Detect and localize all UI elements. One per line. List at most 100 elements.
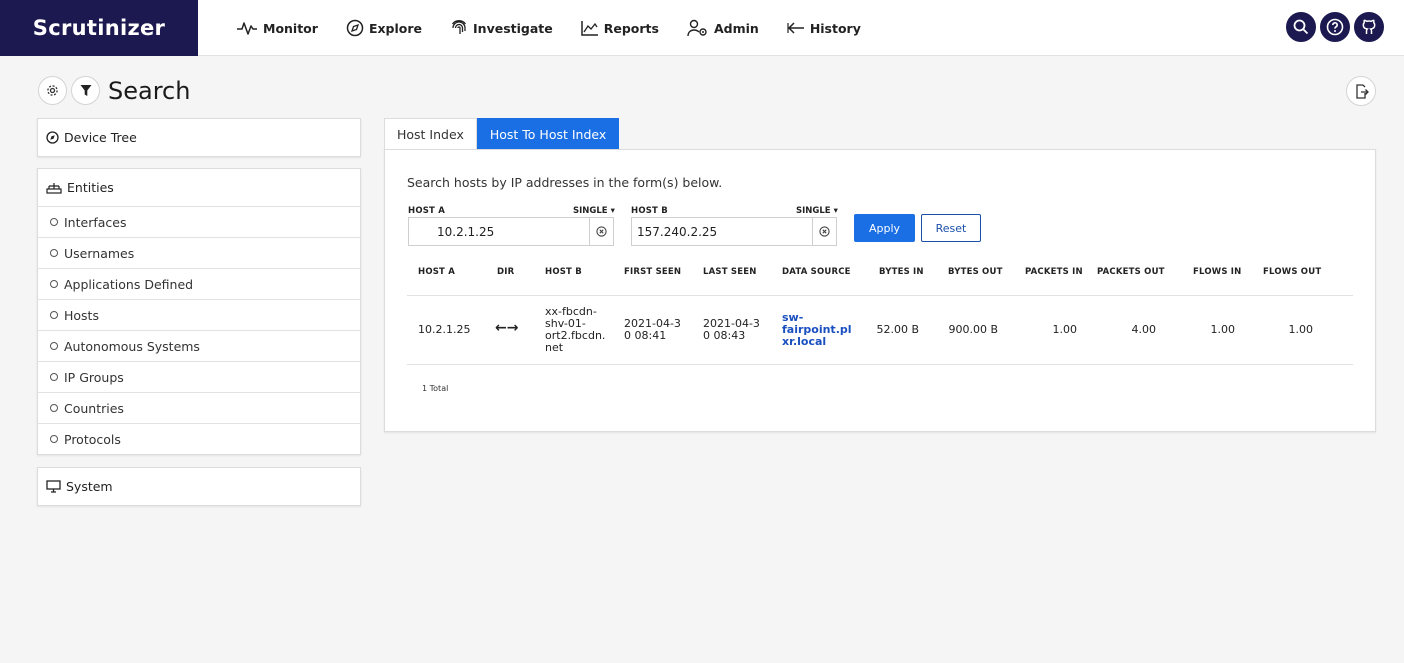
col-first-seen[interactable]: FIRST SEEN xyxy=(624,267,681,277)
nav-admin[interactable]: Admin xyxy=(687,19,759,37)
filter-icon xyxy=(80,85,91,96)
github-icon xyxy=(1362,19,1376,34)
host-b-input[interactable]: 157.240.2.25 xyxy=(632,225,812,239)
tab-host-index[interactable]: Host Index xyxy=(384,118,477,149)
filter-button[interactable] xyxy=(71,76,100,105)
cell-data-source-line: xr.local xyxy=(782,335,827,348)
host-b-field[interactable]: 157.240.2.25 xyxy=(631,217,837,246)
settings-button[interactable] xyxy=(38,76,67,105)
col-bytes-in[interactable]: BYTES IN xyxy=(879,267,924,277)
caret-down-icon: ▾ xyxy=(830,206,838,216)
nav-reports[interactable]: Reports xyxy=(581,20,659,36)
sidebar-item-label: Countries xyxy=(64,400,124,416)
circle-icon xyxy=(50,218,58,226)
nav-explore[interactable]: Explore xyxy=(346,19,422,37)
nav-investigate[interactable]: Investigate xyxy=(450,19,553,37)
github-button[interactable] xyxy=(1354,12,1384,42)
col-dir[interactable]: DIR xyxy=(497,267,514,277)
fingerprint-icon xyxy=(452,20,467,34)
help-button[interactable] xyxy=(1320,12,1350,42)
table-divider xyxy=(407,364,1353,365)
brand-logo[interactable]: Scrutinizer xyxy=(0,0,198,56)
sidebar-item-autonomous-systems[interactable]: Autonomous Systems xyxy=(38,330,360,361)
col-packets-out[interactable]: PACKETS OUT xyxy=(1097,267,1165,277)
cell-data-source-link[interactable]: sw- fairpoint.pl xr.local xyxy=(782,312,852,348)
host-a-label: HOST A xyxy=(408,206,445,216)
total-count: 1 Total xyxy=(422,384,449,393)
entities-label: Entities xyxy=(67,180,114,195)
system-header[interactable]: System xyxy=(38,468,360,505)
host-b-label: HOST B xyxy=(631,206,668,216)
col-bytes-out[interactable]: BYTES OUT xyxy=(948,267,1003,277)
circle-icon xyxy=(50,342,58,350)
cell-first-seen-line: 0 08:41 xyxy=(624,329,667,342)
col-data-source[interactable]: DATA SOURCE xyxy=(782,267,851,277)
reset-button[interactable]: Reset xyxy=(921,214,981,242)
entities-panel: Entities Interfaces Usernames Applicatio… xyxy=(37,168,361,455)
nav-monitor[interactable]: Monitor xyxy=(236,20,318,36)
search-instructions: Search hosts by IP addresses in the form… xyxy=(407,175,723,190)
users-gear-icon xyxy=(687,19,707,37)
cell-flows-out: 1.00 xyxy=(1288,323,1314,336)
host-a-mode-label: SINGLE xyxy=(573,206,608,216)
nav-history[interactable]: History xyxy=(787,21,861,36)
nav-reports-label: Reports xyxy=(603,20,659,36)
tab-host-to-host-index[interactable]: Host To Host Index xyxy=(476,118,620,155)
entities-header[interactable]: Entities xyxy=(38,169,360,206)
cell-host-b: xx-fbcdn- shv-01- ort2.fbcdn. net xyxy=(545,306,605,354)
arrow-left-icon xyxy=(787,22,804,34)
system-panel: System xyxy=(37,467,361,506)
search-button[interactable] xyxy=(1286,12,1316,42)
host-a-input[interactable]: 10.2.1.25 xyxy=(409,225,589,239)
apply-button[interactable]: Apply xyxy=(854,214,915,242)
host-b-clear-button[interactable] xyxy=(812,218,836,245)
nav-admin-label: Admin xyxy=(713,20,759,36)
export-icon xyxy=(1355,83,1369,99)
clear-icon xyxy=(596,226,607,237)
sidebar-item-label: Interfaces xyxy=(64,214,127,230)
sidebar-item-label: Protocols xyxy=(64,431,121,447)
nav-history-label: History xyxy=(809,20,861,36)
cell-bytes-in: 52.00 B xyxy=(876,323,919,336)
cell-bytes-out: 900.00 B xyxy=(948,323,998,336)
monitor-icon xyxy=(46,480,61,493)
device-tree-header[interactable]: Device Tree xyxy=(38,119,360,156)
col-host-b[interactable]: HOST B xyxy=(545,267,582,277)
circle-icon xyxy=(50,404,58,412)
sidebar-item-countries[interactable]: Countries xyxy=(38,392,360,423)
main-nav: Monitor Explore Investigate Reports Admi… xyxy=(236,0,889,56)
export-button[interactable] xyxy=(1346,76,1376,106)
sidebar-item-applications-defined[interactable]: Applications Defined xyxy=(38,268,360,299)
sidebar-item-ip-groups[interactable]: IP Groups xyxy=(38,361,360,392)
sidebar-item-label: Usernames xyxy=(64,245,135,261)
sidebar-item-usernames[interactable]: Usernames xyxy=(38,237,360,268)
host-a-field[interactable]: 10.2.1.25 xyxy=(408,217,614,246)
nav-monitor-label: Monitor xyxy=(263,20,318,36)
col-last-seen[interactable]: LAST SEEN xyxy=(703,267,757,277)
col-host-a[interactable]: HOST A xyxy=(418,267,455,277)
sidebar-item-label: Autonomous Systems xyxy=(64,338,200,354)
circle-icon xyxy=(50,280,58,288)
circle-icon xyxy=(50,311,58,319)
cell-host-b-line: net xyxy=(545,341,564,354)
page-header: Search xyxy=(38,76,190,105)
pulse-icon xyxy=(237,22,257,35)
index-tabs: Host Index Host To Host Index xyxy=(384,118,620,155)
cell-host-a: 10.2.1.25 xyxy=(418,323,471,336)
caret-down-icon: ▾ xyxy=(607,206,615,216)
host-a-clear-button[interactable] xyxy=(589,218,613,245)
sidebar-item-hosts[interactable]: Hosts xyxy=(38,299,360,330)
col-flows-out[interactable]: FLOWS OUT xyxy=(1263,267,1321,277)
chart-icon xyxy=(581,21,598,36)
sidebar-item-protocols[interactable]: Protocols xyxy=(38,423,360,454)
top-actions xyxy=(1286,12,1384,42)
system-label: System xyxy=(66,479,113,494)
host-b-mode-dropdown[interactable]: SINGLE ▾ xyxy=(796,206,838,216)
help-icon xyxy=(1326,18,1344,36)
sidebar-item-interfaces[interactable]: Interfaces xyxy=(38,206,360,237)
col-packets-in[interactable]: PACKETS IN xyxy=(1025,267,1083,277)
clear-icon xyxy=(819,226,830,237)
cell-packets-in: 1.00 xyxy=(1052,323,1078,336)
host-a-mode-dropdown[interactable]: SINGLE ▾ xyxy=(573,206,615,216)
col-flows-in[interactable]: FLOWS IN xyxy=(1193,267,1241,277)
